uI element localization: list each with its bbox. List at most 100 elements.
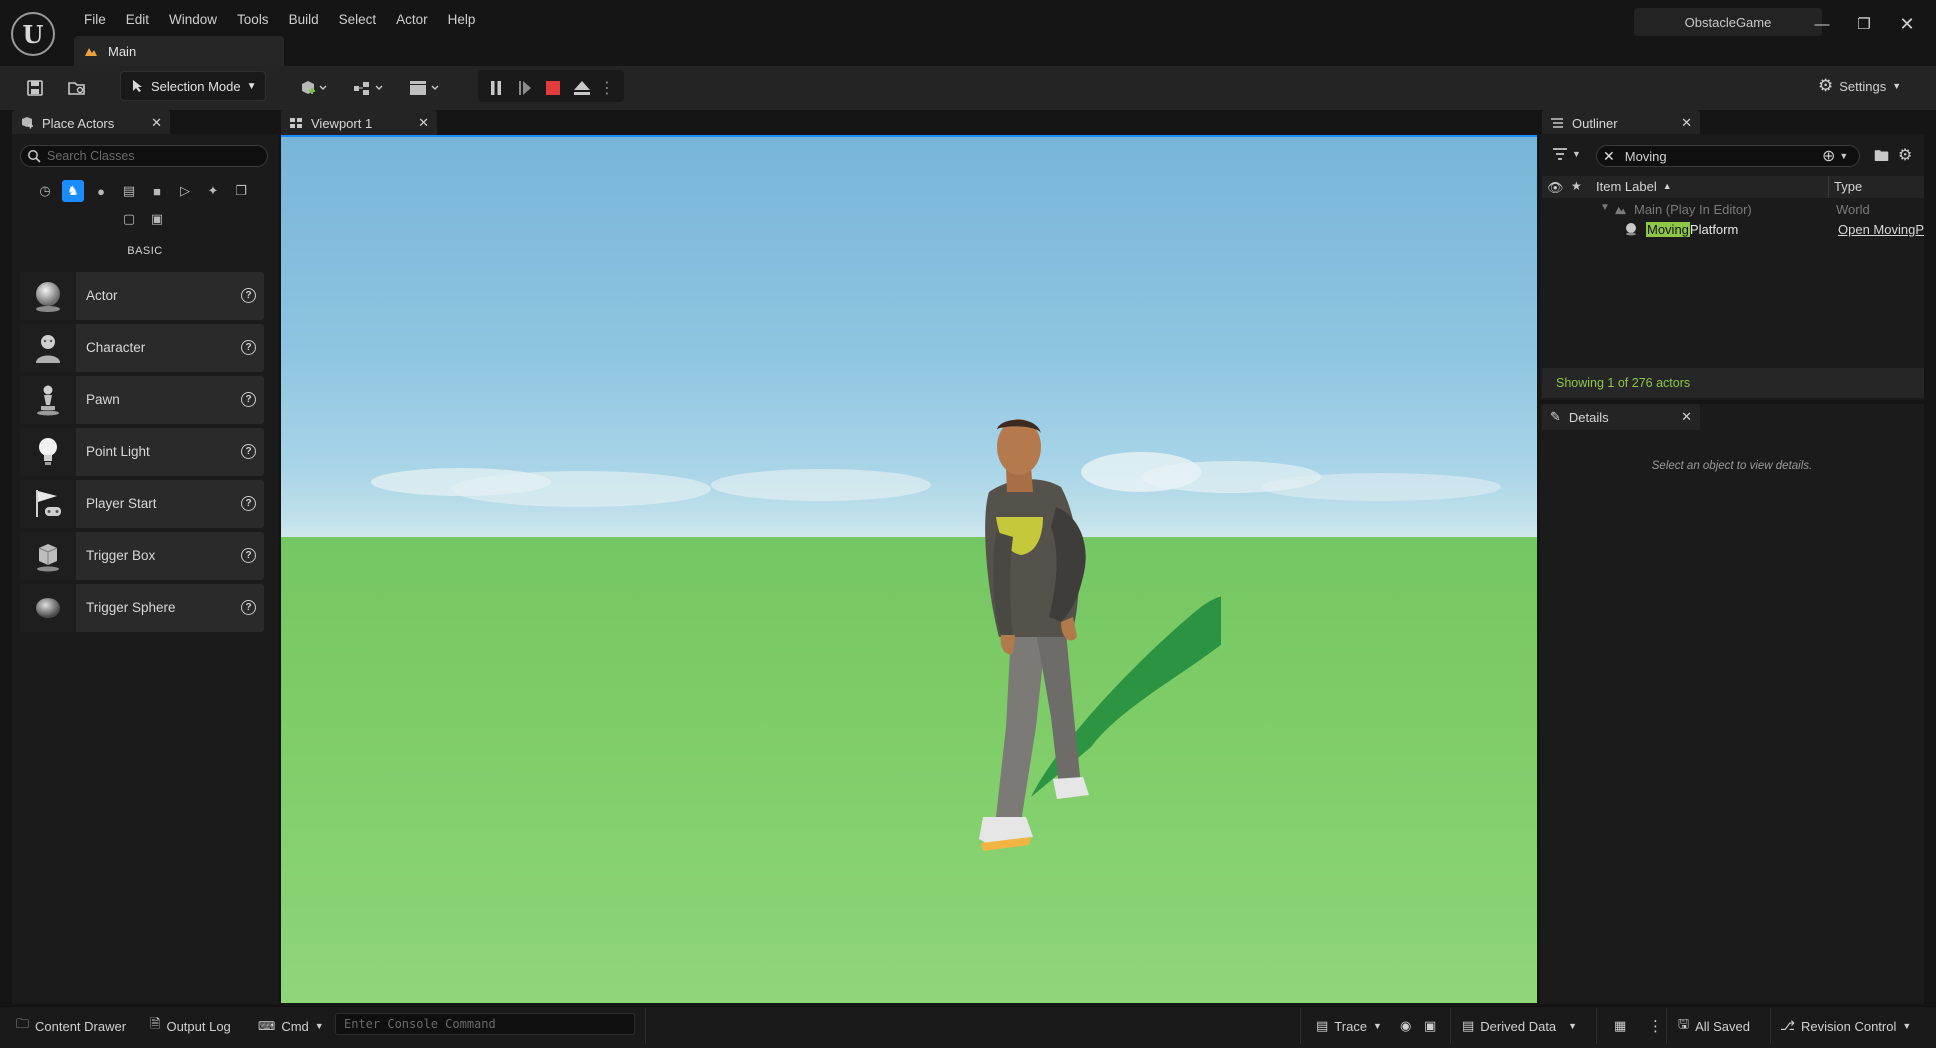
menu-window[interactable]: Window [159, 10, 227, 29]
close-tab-icon[interactable]: ✕ [418, 115, 429, 131]
new-folder-icon[interactable]: 🖿 [1874, 146, 1889, 171]
level-tab[interactable]: Main [74, 36, 284, 66]
shapes-icon[interactable]: ▢ [118, 208, 140, 230]
menu-actor[interactable]: Actor [386, 10, 438, 29]
stats-icon[interactable]: ▦ [1614, 1016, 1626, 1036]
settings-button[interactable]: ⚙ Settings ▼ [1818, 72, 1918, 100]
stop-icon[interactable] [543, 74, 563, 102]
more-options-icon[interactable]: ⋮ [599, 74, 615, 102]
help-icon[interactable]: ? [241, 340, 256, 355]
divider [645, 1008, 646, 1044]
column-type[interactable]: Type [1834, 179, 1862, 194]
record-icon[interactable]: ◉ [1400, 1016, 1411, 1036]
visual-effects-icon[interactable]: ■ [146, 180, 168, 202]
unreal-logo-icon[interactable]: U [11, 12, 55, 56]
add-actor-button[interactable] [296, 74, 332, 102]
actor-item-actor[interactable]: Actor ? [20, 272, 264, 320]
cinematic-icon[interactable]: ▤ [118, 180, 140, 202]
game-viewport[interactable] [281, 137, 1537, 1003]
blueprint-button[interactable] [350, 74, 388, 102]
actor-item-player-start[interactable]: Player Start ? [20, 480, 264, 528]
actor-item-character[interactable]: Character ? [20, 324, 264, 372]
project-name: ObstacleGame [1634, 8, 1822, 36]
player-start-icon [20, 480, 76, 528]
help-icon[interactable]: ? [241, 548, 256, 563]
eject-icon[interactable] [571, 74, 593, 102]
trace-dropdown[interactable]: ▤ Trace ▼ [1316, 1016, 1382, 1036]
tab-outliner[interactable]: Outliner ✕ [1542, 110, 1700, 136]
tab-viewport[interactable]: Viewport 1 ✕ [281, 110, 437, 136]
menu-tools[interactable]: Tools [227, 10, 279, 29]
cinematics-button[interactable] [406, 74, 444, 102]
close-tab-icon[interactable]: ✕ [1681, 409, 1692, 425]
close-tab-icon[interactable]: ✕ [151, 115, 162, 131]
row-label-rest: Platform [1689, 222, 1739, 237]
lights-bulb-icon[interactable]: ● [90, 180, 112, 202]
placeables-icon[interactable]: ▣ [146, 208, 168, 230]
actor-item-trigger-sphere[interactable]: Trigger Sphere ? [20, 584, 264, 632]
outliner-row-world[interactable]: ▼ Main (Play In Editor) World [1542, 200, 1924, 220]
close-window-icon[interactable]: ✕ [1889, 12, 1925, 36]
menu-select[interactable]: Select [329, 10, 387, 29]
visibility-eye-icon[interactable]: 👁 [1547, 180, 1564, 196]
menu-build[interactable]: Build [279, 10, 329, 29]
trigger-box-icon [20, 532, 76, 580]
help-icon[interactable]: ? [241, 600, 256, 615]
help-icon[interactable]: ? [241, 444, 256, 459]
close-tab-icon[interactable]: ✕ [1681, 115, 1692, 131]
save-status-icon: 🖫 [1678, 1016, 1690, 1031]
gear-icon: ⚙ [1818, 76, 1834, 95]
output-log-button[interactable]: 🗎 Output Log [150, 1016, 231, 1036]
geometry-icon[interactable]: ▷ [174, 180, 196, 202]
open-blueprint-link[interactable]: Open MovingPl [1838, 222, 1924, 237]
revision-control-dropdown[interactable]: ⎇ Revision Control ▼ [1780, 1016, 1911, 1036]
frame-skip-icon[interactable] [515, 74, 535, 102]
console-command-input[interactable]: Enter Console Command [335, 1013, 635, 1035]
outliner-filter-button[interactable]: ▼ [1552, 147, 1581, 161]
more-options-icon[interactable]: ⋮ [1648, 1016, 1663, 1036]
add-actor-icon [302, 81, 327, 94]
all-saved-button[interactable]: 🖫 All Saved [1678, 1016, 1750, 1036]
derived-data-dropdown[interactable]: ▤ Derived Data ▼ [1462, 1016, 1577, 1036]
tab-place-actors-label: Place Actors [42, 115, 115, 131]
volumes-icon[interactable]: ✦ [202, 180, 224, 202]
actor-item-point-light[interactable]: Point Light ? [20, 428, 264, 476]
tab-details[interactable]: ✎ Details ✕ [1542, 404, 1700, 430]
cmd-dropdown[interactable]: ⌨ Cmd ▼ [258, 1016, 324, 1036]
character-icon [20, 324, 76, 372]
minimize-icon[interactable]: — [1804, 12, 1840, 36]
actor-item-trigger-box[interactable]: Trigger Box ? [20, 532, 264, 580]
restore-icon[interactable]: ❐ [1846, 12, 1882, 36]
help-icon[interactable]: ? [241, 392, 256, 407]
basic-category-icon[interactable]: ♞ [62, 180, 84, 202]
menu-edit[interactable]: Edit [116, 10, 159, 29]
tab-place-actors[interactable]: Place Actors ✕ [12, 110, 170, 136]
tab-details-label: Details [1568, 409, 1609, 425]
content-drawer-button[interactable]: 🗀 Content Drawer [16, 1016, 126, 1036]
selection-mode-dropdown[interactable]: Selection Mode ▼ [120, 71, 266, 101]
all-classes-icon[interactable]: ❐ [230, 180, 252, 202]
menu-help[interactable]: Help [438, 10, 486, 29]
screenshot-icon[interactable]: ▣ [1424, 1016, 1436, 1036]
details-panel [1540, 430, 1924, 1004]
clear-search-icon[interactable]: ✕ [1603, 148, 1615, 165]
help-icon[interactable]: ? [241, 288, 256, 303]
recent-clock-icon[interactable]: ◷ [34, 180, 56, 202]
outliner-settings-gear-icon[interactable]: ⚙ [1898, 145, 1912, 165]
expand-arrow-icon[interactable]: ▼ [1600, 202, 1610, 213]
content-browser-icon[interactable] [64, 74, 90, 102]
menu-file[interactable]: File [74, 10, 116, 29]
add-filter-button[interactable]: ⊕ ▼ [1822, 146, 1848, 166]
actor-item-label: Trigger Sphere [86, 600, 176, 615]
outliner-row-moving-platform[interactable]: MovingPlatform Open MovingPl [1542, 220, 1924, 240]
actor-item-pawn[interactable]: Pawn ? [20, 376, 264, 424]
help-icon[interactable]: ? [241, 496, 256, 511]
pin-star-icon[interactable]: ★ [1571, 179, 1582, 193]
row-label: Main (Play In Editor) [1634, 202, 1752, 217]
outliner-search-input[interactable]: ✕ Moving [1596, 145, 1860, 167]
column-item-label[interactable]: Item Label ▲ [1596, 179, 1672, 194]
search-classes-input[interactable]: Search Classes [20, 145, 268, 167]
outliner-icon [1551, 118, 1563, 128]
pause-icon[interactable] [486, 74, 506, 102]
save-icon[interactable] [22, 74, 48, 102]
